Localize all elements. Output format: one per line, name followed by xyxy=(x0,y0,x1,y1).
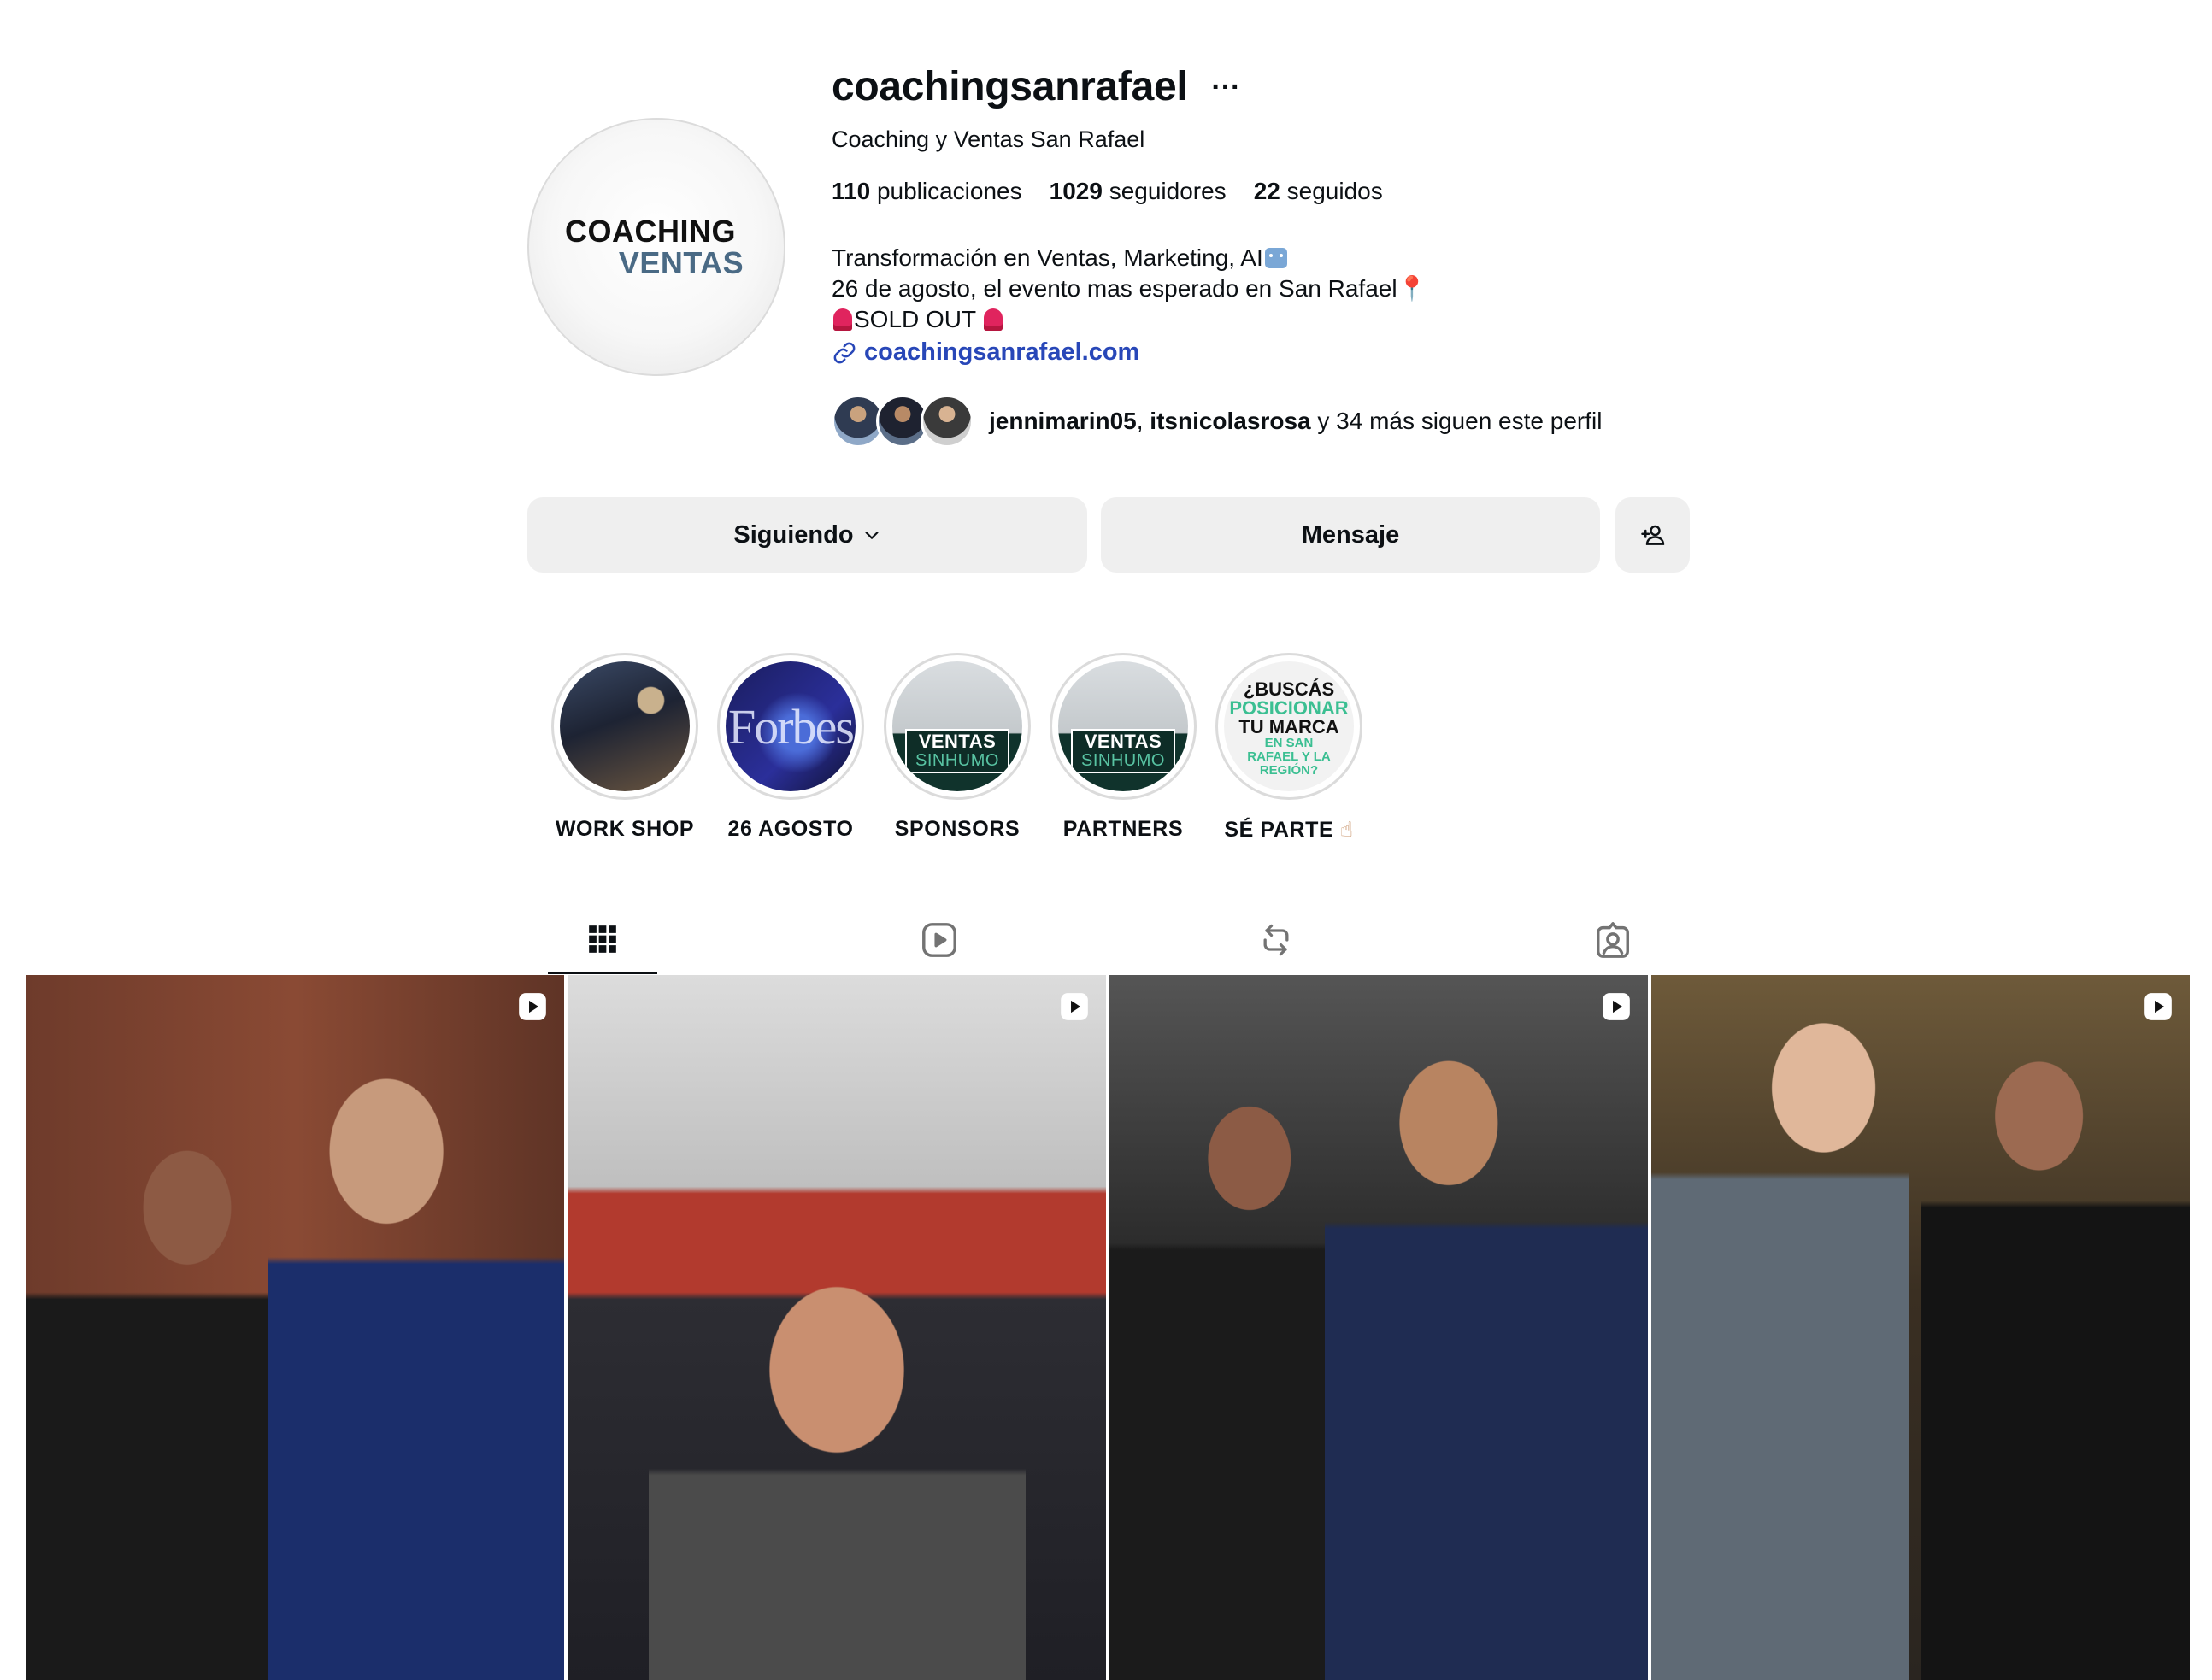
post-tile[interactable] xyxy=(1651,975,2190,1680)
posts-label: publicaciones xyxy=(876,178,1022,204)
tab-tagged[interactable] xyxy=(1558,906,1668,974)
highlight-se-parte[interactable]: ¿BUSCÁS POSICIONAR TU MARCA EN SAN RAFAE… xyxy=(1208,653,1370,843)
profile-bio: Transformación en Ventas, Marketing, AI … xyxy=(832,243,1427,335)
posts-count: 110 xyxy=(832,178,871,204)
bio-line-3: SOLD OUT xyxy=(832,304,1427,335)
following-stat[interactable]: 22 seguidos xyxy=(1254,178,1383,205)
reel-icon xyxy=(2144,993,2172,1020)
posts-stat: 110 publicaciones xyxy=(832,178,1022,205)
highlight-cover: VENTAS SINHUMO xyxy=(1058,661,1188,791)
followed-by-text: jennimarin05, itsnicolasrosa y 34 más si… xyxy=(989,408,1602,435)
reels-icon xyxy=(922,923,956,957)
highlight-cover: ¿BUSCÁS POSICIONAR TU MARCA EN SAN RAFAE… xyxy=(1224,661,1354,791)
profile-full-name: Coaching y Ventas San Rafael xyxy=(832,126,1145,152)
username-row: coachingsanrafael ··· xyxy=(832,63,1240,110)
profile-page: COACHING VENTAS coachingsanrafael ··· Co… xyxy=(0,0,2212,1680)
profile-avatar[interactable]: COACHING VENTAS xyxy=(527,118,785,376)
following-label: seguidos xyxy=(1286,178,1383,204)
message-button-label: Mensaje xyxy=(1301,520,1400,549)
followers-stat[interactable]: 1029 seguidores xyxy=(1050,178,1227,205)
mutual-avatars xyxy=(832,395,974,448)
highlight-label: 26 AGOSTO xyxy=(727,817,854,841)
cover-text-3: TU MARCA xyxy=(1238,716,1339,737)
highlight-label-text: SÉ PARTE xyxy=(1224,818,1334,842)
bio-line-1-text: Transformación en Ventas, Marketing, AI xyxy=(832,244,1263,271)
ventas-sinhumo-badge: VENTAS SINHUMO xyxy=(1071,729,1175,773)
followers-label: seguidores xyxy=(1109,178,1227,204)
badge-text-2: SINHUMO xyxy=(915,751,999,770)
siren-emoji-icon xyxy=(984,308,1003,331)
bio-line-1: Transformación en Ventas, Marketing, AI xyxy=(832,243,1427,273)
profile-link-text: coachingsanrafael.com xyxy=(864,338,1140,366)
following-button-label: Siguiendo xyxy=(733,520,854,549)
siren-emoji-icon xyxy=(833,308,852,331)
add-user-icon xyxy=(1640,525,1664,545)
profile-tabs xyxy=(527,906,1690,974)
highlight-label: WORK SHOP xyxy=(555,817,695,841)
ventas-sinhumo-badge: VENTAS SINHUMO xyxy=(905,729,1009,773)
reel-icon xyxy=(1603,993,1630,1020)
highlight-cover: VENTAS SINHUMO xyxy=(892,661,1022,791)
forbes-logo: Forbes xyxy=(728,698,855,755)
robot-emoji-icon xyxy=(1264,248,1287,268)
pin-emoji-icon: 📍 xyxy=(1397,275,1427,302)
profile-link[interactable]: coachingsanrafael.com xyxy=(832,338,1139,367)
highlight-26-agosto[interactable]: Forbes 26 AGOSTO xyxy=(709,653,872,842)
highlight-label: SÉ PARTE ☝ xyxy=(1224,817,1353,843)
highlight-partners[interactable]: VENTAS SINHUMO PARTNERS xyxy=(1042,653,1204,842)
highlight-ring: VENTAS SINHUMO xyxy=(884,653,1031,800)
tagged-icon xyxy=(1597,922,1629,958)
bio-line-2-text: 26 de agosto, el evento mas esperado en … xyxy=(832,275,1397,302)
reposts-icon xyxy=(1263,924,1289,956)
more-options-icon[interactable]: ··· xyxy=(1211,73,1240,102)
pointing-up-emoji-icon: ☝ xyxy=(1339,818,1354,842)
chevron-down-icon xyxy=(865,532,879,539)
grid-icon xyxy=(589,925,616,953)
highlight-work-shop[interactable]: WORK SHOP xyxy=(544,653,706,842)
badge-text-2: SINHUMO xyxy=(1081,751,1165,770)
badge-text-1: VENTAS xyxy=(918,731,997,752)
avatar-logo-line2: VENTAS xyxy=(618,245,744,280)
tab-posts[interactable] xyxy=(548,906,657,974)
mutual-user-1[interactable]: jennimarin05 xyxy=(989,408,1137,434)
highlight-ring: Forbes xyxy=(717,653,864,800)
avatar-logo-line1: COACHING xyxy=(565,214,736,249)
tab-reposts[interactable] xyxy=(1221,906,1331,974)
highlight-label: SPONSORS xyxy=(894,817,1021,841)
followed-by-row[interactable]: jennimarin05, itsnicolasrosa y 34 más si… xyxy=(832,395,1602,448)
separator: , xyxy=(1136,408,1150,434)
profile-stats: 110 publicaciones 1029 seguidores 22 seg… xyxy=(832,178,1383,205)
bio-line-2: 26 de agosto, el evento mas esperado en … xyxy=(832,273,1427,304)
posts-grid xyxy=(26,975,2190,1680)
link-icon xyxy=(833,342,856,363)
cover-text-2: POSICIONAR xyxy=(1229,697,1349,719)
reel-icon xyxy=(519,993,546,1020)
badge-text-1: VENTAS xyxy=(1084,731,1162,752)
post-tile[interactable] xyxy=(1109,975,1648,1680)
following-button[interactable]: Siguiendo xyxy=(527,497,1087,573)
highlight-ring xyxy=(551,653,698,800)
highlight-ring: VENTAS SINHUMO xyxy=(1050,653,1197,800)
highlight-cover xyxy=(560,661,690,791)
tab-reels[interactable] xyxy=(885,906,994,974)
reel-icon xyxy=(1061,993,1088,1020)
mutual-avatar xyxy=(921,395,974,448)
message-button[interactable]: Mensaje xyxy=(1101,497,1600,573)
cover-text-4: EN SAN RAFAEL Y LA REGIÓN? xyxy=(1247,736,1331,778)
highlight-cover: Forbes xyxy=(726,661,856,791)
post-tile[interactable] xyxy=(26,975,564,1680)
cover-text-1: ¿BUSCÁS xyxy=(1243,678,1335,700)
followed-by-rest: y 34 más siguen este perfil xyxy=(1310,408,1603,434)
mutual-user-2[interactable]: itsnicolasrosa xyxy=(1150,408,1310,434)
highlight-ring: ¿BUSCÁS POSICIONAR TU MARCA EN SAN RAFAE… xyxy=(1215,653,1362,800)
followers-count: 1029 xyxy=(1049,178,1103,204)
highlight-label: PARTNERS xyxy=(1062,817,1184,841)
suggested-users-button[interactable] xyxy=(1615,497,1690,573)
highlight-sponsors[interactable]: VENTAS SINHUMO SPONSORS xyxy=(876,653,1038,842)
following-count: 22 xyxy=(1253,178,1280,204)
bio-line-3-text: SOLD OUT xyxy=(854,306,976,332)
post-tile[interactable] xyxy=(568,975,1106,1680)
profile-username: coachingsanrafael xyxy=(832,64,1188,109)
